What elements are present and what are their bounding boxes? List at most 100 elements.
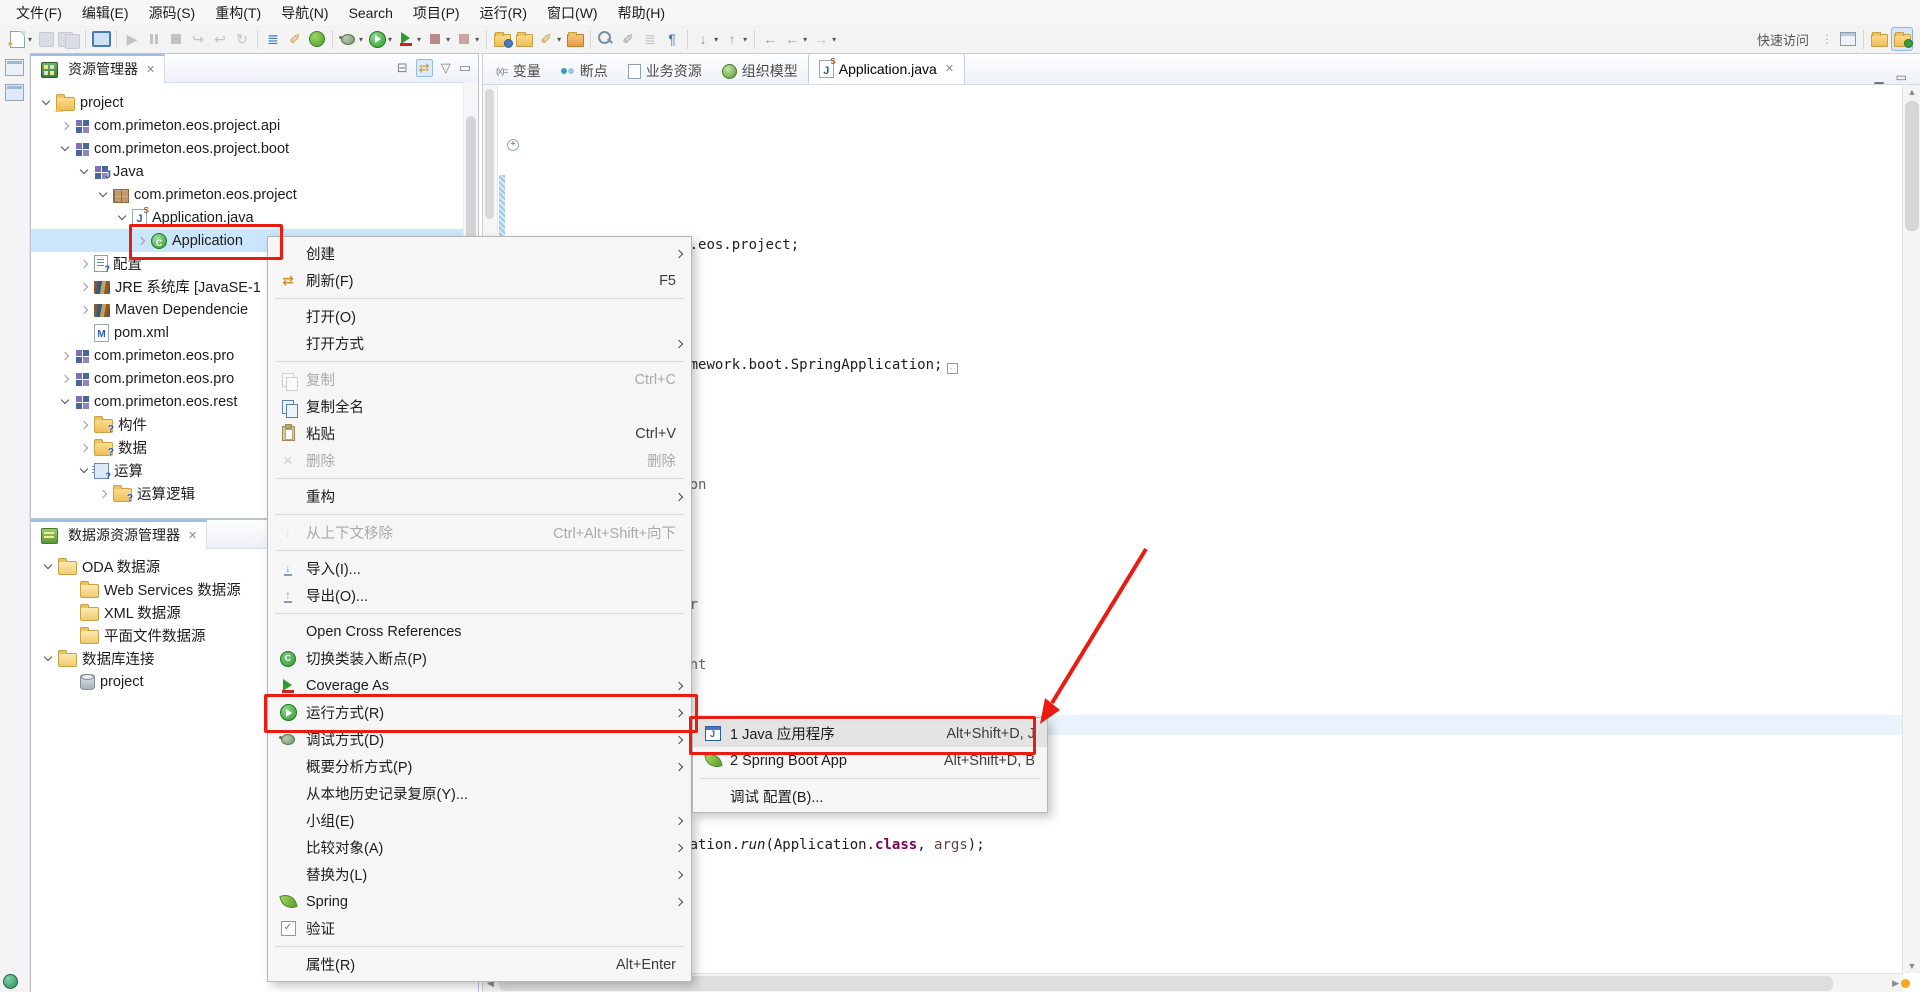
java-perspective-icon[interactable]: [1869, 28, 1889, 50]
scrollbar-thumb[interactable]: [1905, 101, 1919, 231]
tree-item-project[interactable]: project: [31, 91, 478, 114]
expander-icon[interactable]: [96, 187, 112, 203]
spring-boot-dashboard-icon[interactable]: [307, 28, 327, 50]
submenu-item-debug-configurations[interactable]: 调试 配置(B)...: [693, 783, 1047, 810]
current-perspective-icon[interactable]: [1891, 27, 1913, 51]
forward-icon[interactable]: →: [811, 28, 831, 50]
expander-icon[interactable]: [77, 463, 93, 479]
maximize-icon[interactable]: ▭: [1896, 70, 1907, 84]
tab-project-explorer[interactable]: 资源管理器 ✕: [31, 54, 165, 83]
tab-business-resources[interactable]: 业务资源: [618, 58, 712, 84]
tab-variables[interactable]: (x)=变量: [486, 58, 551, 84]
notification-dot-icon[interactable]: [1901, 979, 1910, 988]
external-tools-icon[interactable]: [454, 28, 474, 50]
last-edit-location-icon[interactable]: ←: [760, 28, 780, 50]
coverage-dropdown-icon[interactable]: ▾: [417, 35, 421, 44]
expander-icon[interactable]: [134, 233, 150, 249]
collapse-all-icon[interactable]: ⊟: [397, 60, 408, 76]
terminate-icon[interactable]: [166, 28, 186, 50]
menu-file[interactable]: 文件(F): [6, 0, 72, 26]
back-dropdown-icon[interactable]: ▾: [803, 35, 807, 44]
show-whitespace-icon[interactable]: ¶: [662, 28, 682, 50]
new-element-dropdown-icon[interactable]: ▾: [557, 35, 561, 44]
mark-occurrences-icon[interactable]: ✐: [618, 28, 638, 50]
expander-icon[interactable]: [58, 348, 74, 364]
menu-item-profile-as[interactable]: 概要分析方式(P): [268, 753, 691, 780]
save-icon[interactable]: [36, 28, 56, 50]
expander-icon[interactable]: [77, 256, 93, 272]
open-perspective-icon[interactable]: [1838, 28, 1858, 50]
tab-data-source-explorer[interactable]: 数据源资源管理器 ✕: [31, 520, 207, 549]
menu-item-spring[interactable]: Spring: [268, 888, 691, 915]
new-element-pen-icon[interactable]: ✐: [536, 28, 556, 50]
menu-item-paste[interactable]: 粘贴Ctrl+V: [268, 420, 691, 447]
menu-item-team[interactable]: 小组(E): [268, 807, 691, 834]
quick-access-button[interactable]: 快速访问: [1749, 30, 1817, 49]
expander-icon[interactable]: [39, 95, 55, 111]
next-annotation-dropdown-icon[interactable]: ▾: [714, 35, 718, 44]
stop-icon[interactable]: [425, 28, 445, 50]
expander-icon[interactable]: [58, 141, 74, 157]
menu-run[interactable]: 运行(R): [470, 0, 537, 26]
scroll-right-icon[interactable]: ▶: [1892, 978, 1899, 989]
tab-breakpoints[interactable]: 断点: [551, 58, 618, 84]
expander-icon[interactable]: [58, 394, 74, 410]
back-icon[interactable]: ←: [782, 28, 802, 50]
menu-window[interactable]: 窗口(W): [537, 0, 608, 26]
menu-item-toggle-class-load-breakpoint[interactable]: C切换类装入断点(P): [268, 645, 691, 672]
close-icon[interactable]: ✕: [146, 63, 155, 76]
expander-icon[interactable]: [77, 302, 93, 318]
previous-annotation-dropdown-icon[interactable]: ▾: [743, 35, 747, 44]
tree-item-java-src[interactable]: Java: [31, 160, 478, 183]
view-menu-icon[interactable]: ▽: [441, 60, 451, 76]
open-folder-icon[interactable]: [514, 28, 534, 50]
save-all-icon[interactable]: [58, 28, 80, 50]
suspend-icon[interactable]: [144, 28, 164, 50]
menu-refactor[interactable]: 重构(T): [205, 0, 271, 26]
menu-item-export[interactable]: ↑导出(O)...: [268, 582, 691, 609]
tab-org-model[interactable]: 组织模型: [712, 58, 808, 84]
format-icon[interactable]: ≣: [640, 28, 660, 50]
console-icon[interactable]: [91, 28, 111, 50]
coverage-icon[interactable]: [396, 28, 416, 50]
close-icon[interactable]: ✕: [945, 62, 954, 75]
expander-icon[interactable]: [77, 279, 93, 295]
scrollbar-thumb[interactable]: [499, 976, 1833, 991]
menu-navigate[interactable]: 导航(N): [271, 0, 338, 26]
editor-horizontal-scrollbar[interactable]: ◀ ▶: [483, 973, 1903, 992]
link-with-editor-icon[interactable]: ⇄: [416, 59, 433, 77]
expander-icon[interactable]: [41, 559, 57, 575]
fold-toggle-icon[interactable]: +: [507, 139, 519, 151]
menu-item-replace-with[interactable]: 替换为(L): [268, 861, 691, 888]
menu-item-delete[interactable]: ✕删除删除: [268, 447, 691, 474]
menu-item-coverage-as[interactable]: Coverage As: [268, 672, 691, 699]
expander-icon[interactable]: [77, 164, 93, 180]
scroll-down-icon[interactable]: ▼: [1903, 961, 1920, 971]
menu-item-remove-from-context[interactable]: ↓从上下文移除Ctrl+Alt+Shift+向下: [268, 519, 691, 546]
menu-item-refresh[interactable]: ⇄刷新(F)F5: [268, 267, 691, 294]
external-tools-dropdown-icon[interactable]: ▾: [475, 35, 479, 44]
new-wizard-icon[interactable]: ✦: [7, 28, 27, 50]
run-icon[interactable]: [367, 28, 387, 50]
expander-icon[interactable]: [115, 210, 131, 226]
next-annotation-icon[interactable]: ↓: [693, 28, 713, 50]
profile-list-icon[interactable]: ≣: [263, 28, 283, 50]
menu-item-import[interactable]: ↓导入(I)...: [268, 555, 691, 582]
run-dropdown-icon[interactable]: ▾: [388, 35, 392, 44]
new-wizard-dropdown-icon[interactable]: ▾: [28, 35, 32, 44]
restore-view-icon[interactable]: [5, 59, 24, 76]
menu-item-validate[interactable]: ✓验证: [268, 915, 691, 942]
menu-item-open-cross-references[interactable]: Open Cross References: [268, 618, 691, 645]
open-resource-icon[interactable]: [565, 28, 585, 50]
forward-dropdown-icon[interactable]: ▾: [832, 35, 836, 44]
folded-region-icon[interactable]: ..: [947, 363, 958, 374]
menu-item-open[interactable]: 打开(O): [268, 303, 691, 330]
search-icon[interactable]: [596, 28, 616, 50]
menu-source[interactable]: 源码(S): [139, 0, 206, 26]
resume-icon[interactable]: ▶: [122, 28, 142, 50]
menu-item-run-as[interactable]: 运行方式(R): [268, 699, 691, 726]
expander-icon[interactable]: [77, 417, 93, 433]
previous-annotation-icon[interactable]: ↑: [722, 28, 742, 50]
menu-item-open-with[interactable]: 打开方式: [268, 330, 691, 357]
menu-item-restore-from-local-history[interactable]: 从本地历史记录复原(Y)...: [268, 780, 691, 807]
